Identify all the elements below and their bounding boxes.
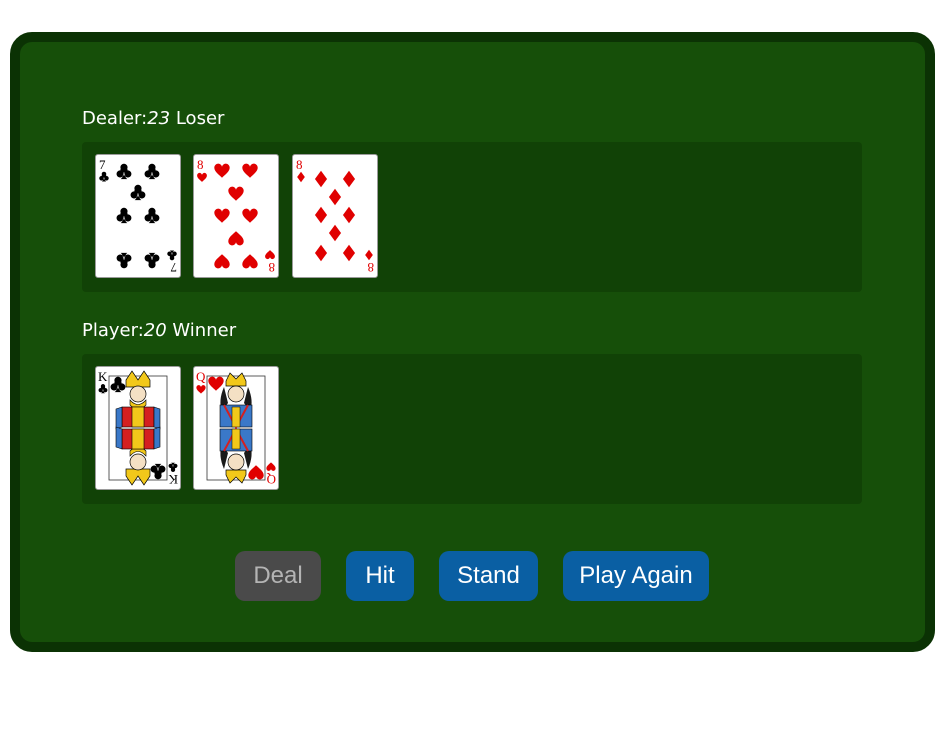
dealer-label: Dealer:23 Loser <box>82 108 224 129</box>
card-corner: 8 <box>197 157 207 182</box>
dealer-card-2: 8 8 <box>193 154 279 278</box>
heart-icon <box>242 163 258 178</box>
card-corner-inverted: 8 <box>265 250 275 275</box>
heart-icon <box>265 250 275 260</box>
dealer-card-3: 8 8 <box>292 154 378 278</box>
card-pips <box>214 163 258 269</box>
card-rank: 8 <box>197 157 204 172</box>
club-icon <box>144 207 160 224</box>
card-corner: 7 <box>99 157 109 182</box>
hit-button[interactable]: Hit <box>346 551 414 601</box>
queen-face-art <box>206 372 266 484</box>
diamond-icon <box>328 224 342 242</box>
player-title: Player: <box>82 320 144 341</box>
card-rank-inverted: K <box>168 472 178 487</box>
diamond-icon <box>365 249 373 261</box>
player-card-2: Q Q <box>193 366 279 490</box>
heart-icon <box>214 208 230 223</box>
card-corner-inverted: Q <box>266 462 276 487</box>
card-pips <box>116 163 160 269</box>
king-face-art <box>108 370 168 486</box>
card-rank-inverted: Q <box>266 472 276 487</box>
card-rank: 8 <box>296 157 303 172</box>
heart-icon <box>242 208 258 223</box>
diamond-icon <box>314 244 328 262</box>
club-icon <box>144 163 160 180</box>
diamond-icon <box>328 188 342 206</box>
card-corner: Q <box>196 369 206 394</box>
club-icon <box>99 171 109 182</box>
card-corner-inverted: K <box>168 462 178 487</box>
card-rank: 7 <box>99 157 106 172</box>
card-rank-inverted: 7 <box>170 260 177 275</box>
player-card-1: K K <box>95 366 181 490</box>
club-icon <box>144 252 160 269</box>
player-hand: K K Q Q <box>82 354 862 504</box>
dealer-card-1: 7 7 <box>95 154 181 278</box>
card-rank-inverted: 8 <box>368 260 375 275</box>
heart-icon <box>228 231 244 246</box>
heart-icon <box>197 172 207 182</box>
diamond-icon <box>314 206 328 224</box>
card-corner: K <box>98 369 108 394</box>
player-result: Winner <box>172 320 237 341</box>
diamond-icon <box>342 170 356 188</box>
club-icon <box>116 207 132 224</box>
club-icon <box>116 252 132 269</box>
dealer-result: Loser <box>175 108 225 129</box>
diamond-icon <box>297 171 305 183</box>
club-icon <box>167 250 177 261</box>
card-corner: 8 <box>296 157 305 183</box>
deal-button[interactable]: Deal <box>235 551 321 601</box>
heart-icon <box>214 163 230 178</box>
club-icon <box>168 462 178 472</box>
player-score: 20 <box>143 320 167 341</box>
card-rank: K <box>98 369 108 384</box>
heart-icon <box>266 462 276 471</box>
player-label: Player:20 Winner <box>82 320 236 341</box>
heart-icon <box>242 254 258 269</box>
club-icon <box>130 184 146 201</box>
diamond-icon <box>314 170 328 188</box>
dealer-hand: 7 7 8 8 8 8 <box>82 142 862 292</box>
play-again-button[interactable]: Play Again <box>563 551 709 601</box>
card-rank: Q <box>196 369 206 384</box>
stand-button[interactable]: Stand <box>439 551 538 601</box>
heart-icon <box>228 186 244 201</box>
card-rank-inverted: 8 <box>269 260 276 275</box>
heart-icon <box>214 254 230 269</box>
card-corner-inverted: 8 <box>365 249 375 275</box>
card-corner-inverted: 7 <box>167 250 177 275</box>
club-icon <box>98 384 108 394</box>
dealer-score: 23 <box>147 108 171 129</box>
heart-icon <box>196 385 206 394</box>
dealer-title: Dealer: <box>82 108 148 129</box>
club-icon <box>116 163 132 180</box>
card-pips <box>314 170 356 262</box>
blackjack-table: Dealer:23 Loser 7 7 8 8 8 8 Player:20 Wi… <box>10 32 935 652</box>
diamond-icon <box>342 244 356 262</box>
diamond-icon <box>342 206 356 224</box>
